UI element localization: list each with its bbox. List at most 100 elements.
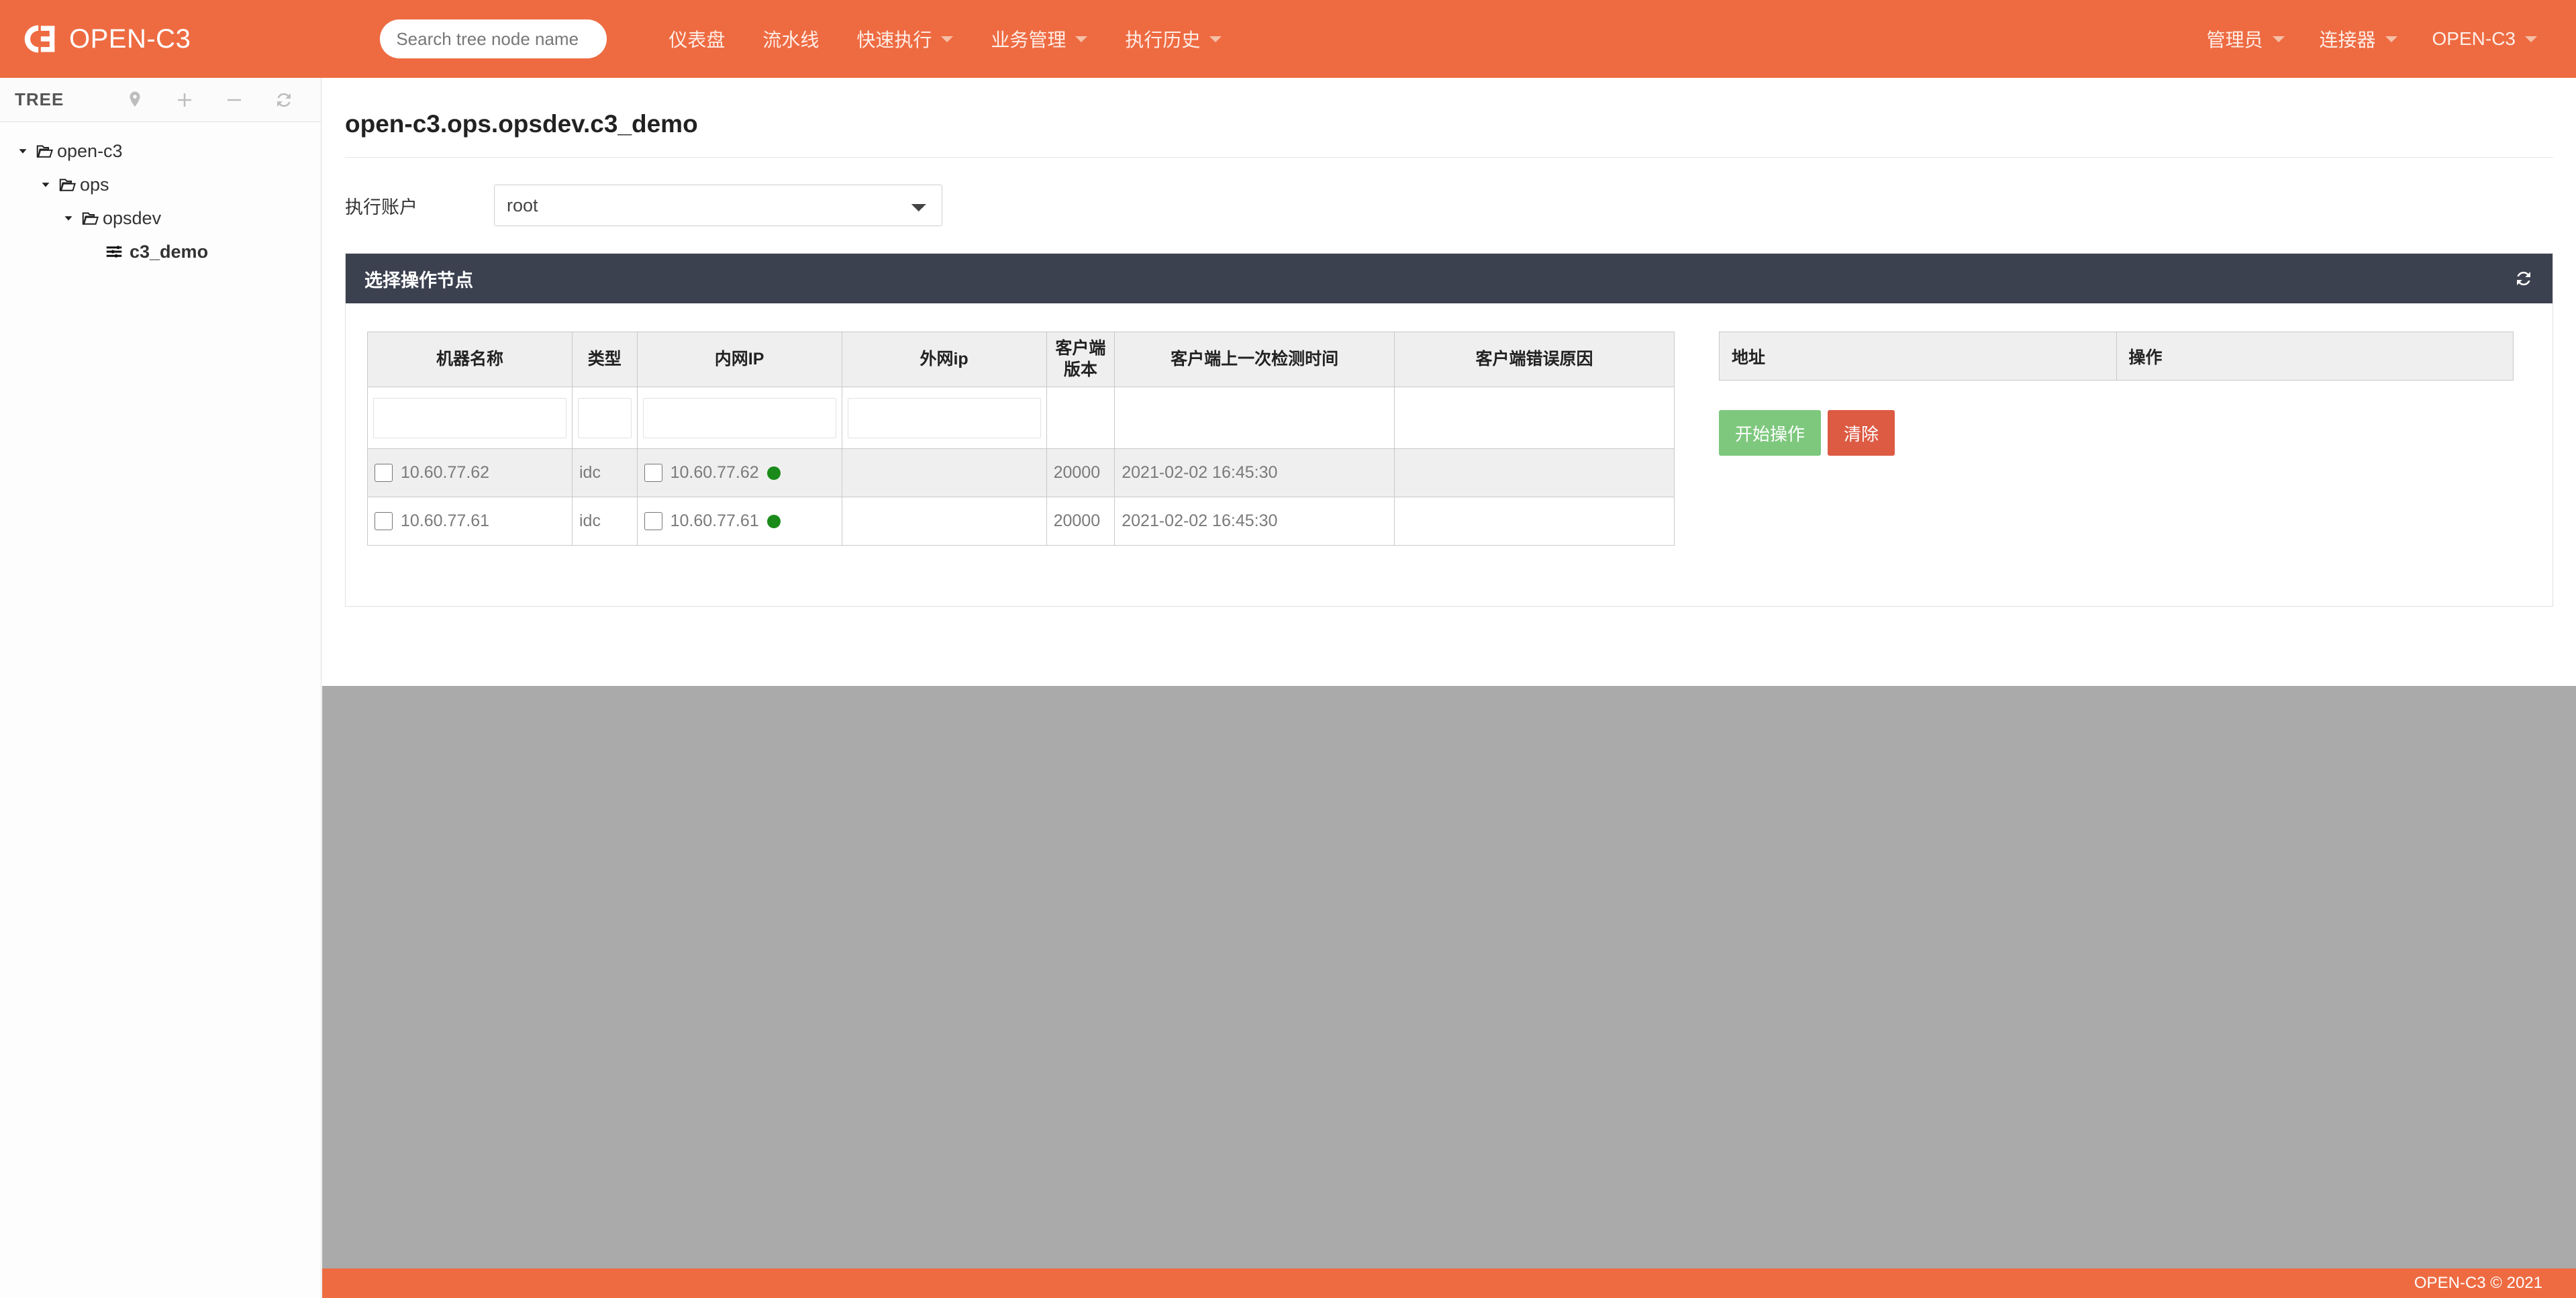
brand-name: OPEN-C3 xyxy=(69,24,191,54)
nav-item-business-mgmt[interactable]: 业务管理 xyxy=(972,0,1106,78)
cell-intranet-ip: 10.60.77.62 xyxy=(637,449,842,497)
execute-account-select[interactable]: root xyxy=(494,185,942,226)
nav-item-dashboard[interactable]: 仪表盘 xyxy=(650,0,744,78)
column-header-address: 地址 xyxy=(1720,332,2117,381)
folder-icon xyxy=(58,174,78,195)
cell-last-check-time: 2021-02-02 16:45:30 xyxy=(1115,497,1395,546)
nav-item-connector[interactable]: 连接器 xyxy=(2302,0,2415,78)
folder-icon xyxy=(35,141,55,161)
table-header-row: 地址 操作 xyxy=(1720,332,2514,381)
row-select-checkbox[interactable] xyxy=(375,464,393,482)
tree-node-ops[interactable]: ops xyxy=(0,168,321,201)
chevron-down-icon xyxy=(941,36,953,42)
column-header-client-version: 客户端版本 xyxy=(1046,332,1115,387)
status-online-indicator xyxy=(767,466,781,480)
nav-item-label: 业务管理 xyxy=(991,26,1066,52)
nav-item-quick-exec[interactable]: 快速执行 xyxy=(838,0,972,78)
search-input[interactable] xyxy=(380,19,607,58)
nav-item-admin[interactable]: 管理员 xyxy=(2189,0,2302,78)
filter-input-intranet-ip[interactable] xyxy=(643,398,836,438)
intranet-ip-checkbox[interactable] xyxy=(644,512,662,530)
cell-machine-name: 10.60.77.62 xyxy=(368,449,573,497)
clear-button[interactable]: 清除 xyxy=(1828,410,1895,456)
filter-cell-machine-name xyxy=(368,387,573,449)
cell-client-version: 20000 xyxy=(1046,497,1115,546)
footer-copyright: OPEN-C3 © 2021 xyxy=(2414,1274,2542,1293)
top-navbar: OPEN-C3 仪表盘 流水线 快速执行 业务管理 执行历史 管理员 连接器 xyxy=(0,0,2576,78)
action-buttons: 开始操作 清除 xyxy=(1719,410,2514,456)
main-content: open-c3.ops.opsdev.c3_demo 执行账户 root 选择操… xyxy=(322,78,2576,686)
filter-cell-intranet-ip xyxy=(637,387,842,449)
cell-client-version: 20000 xyxy=(1046,449,1115,497)
filter-cell-last-check-time xyxy=(1115,387,1395,449)
filter-cell-type xyxy=(573,387,638,449)
cell-type: idc xyxy=(573,449,638,497)
plus-icon[interactable] xyxy=(175,90,195,110)
sliders-icon xyxy=(104,242,124,262)
filter-cell-client-version xyxy=(1046,387,1115,449)
chevron-down-icon xyxy=(2525,36,2537,42)
start-operation-button[interactable]: 开始操作 xyxy=(1719,410,1821,456)
table-row[interactable]: 10.60.77.61 idc 10.60.77.61 xyxy=(368,497,1675,546)
intranet-ip-checkbox[interactable] xyxy=(644,464,662,482)
table-row[interactable]: 10.60.77.62 idc 10.60.77.62 xyxy=(368,449,1675,497)
select-nodes-panel: 选择操作节点 xyxy=(345,253,2553,607)
column-header-operation: 操作 xyxy=(2116,332,2514,381)
nav-item-label: 执行历史 xyxy=(1125,26,1200,52)
cell-extranet-ip xyxy=(842,497,1046,546)
refresh-icon[interactable] xyxy=(274,90,294,110)
tree-node-c3-demo[interactable]: c3_demo xyxy=(0,235,321,268)
sidebar-actions xyxy=(125,90,306,110)
chevron-down-icon xyxy=(1209,36,1222,42)
panel-body: 机器名称 类型 内网IP 外网ip 客户端版本 客户端上一次检测时间 客户端错误… xyxy=(346,303,2553,606)
tree-node-open-c3[interactable]: open-c3 xyxy=(0,134,321,168)
column-header-type: 类型 xyxy=(573,332,638,387)
search-box[interactable] xyxy=(380,19,607,58)
cell-last-check-time: 2021-02-02 16:45:30 xyxy=(1115,449,1395,497)
filter-input-machine-name[interactable] xyxy=(373,398,566,438)
status-online-indicator xyxy=(767,515,781,528)
column-header-client-error: 客户端错误原因 xyxy=(1395,332,1675,387)
cell-intranet-ip: 10.60.77.61 xyxy=(637,497,842,546)
tree-node-opsdev[interactable]: opsdev xyxy=(0,201,321,235)
minus-icon[interactable] xyxy=(224,90,244,110)
cell-client-error xyxy=(1395,497,1675,546)
execute-account-label: 执行账户 xyxy=(345,193,494,219)
nav-item-label: 连接器 xyxy=(2320,26,2376,52)
nav-menu: 仪表盘 流水线 快速执行 业务管理 执行历史 xyxy=(650,0,1240,78)
selected-nodes-table: 地址 操作 xyxy=(1719,332,2514,381)
nav-item-label: OPEN-C3 xyxy=(2432,28,2516,50)
locate-icon[interactable] xyxy=(125,90,145,110)
filter-input-type[interactable] xyxy=(578,398,632,438)
machine-name-text: 10.60.77.61 xyxy=(401,511,489,531)
column-header-intranet-ip: 内网IP xyxy=(637,332,842,387)
sidebar-title: TREE xyxy=(15,89,64,110)
filter-cell-extranet-ip xyxy=(842,387,1046,449)
chevron-down-icon[interactable] xyxy=(11,144,35,158)
tree-node-label: opsdev xyxy=(103,208,161,229)
tree-node-label: open-c3 xyxy=(57,141,123,162)
refresh-icon[interactable] xyxy=(2514,268,2534,289)
row-select-checkbox[interactable] xyxy=(375,512,393,530)
nav-item-exec-history[interactable]: 执行历史 xyxy=(1106,0,1240,78)
intranet-ip-text: 10.60.77.62 xyxy=(671,463,759,483)
column-header-extranet-ip: 外网ip xyxy=(842,332,1046,387)
cell-extranet-ip xyxy=(842,449,1046,497)
chevron-down-icon[interactable] xyxy=(34,177,58,192)
chevron-down-icon xyxy=(1075,36,1087,42)
column-header-machine-name: 机器名称 xyxy=(368,332,573,387)
nav-item-label: 快速执行 xyxy=(856,26,932,52)
chevron-down-icon xyxy=(2273,36,2285,42)
selected-nodes-container: 地址 操作 开始操作 清除 xyxy=(1675,332,2514,546)
machine-name-text: 10.60.77.62 xyxy=(401,463,489,483)
filter-input-extranet-ip[interactable] xyxy=(848,398,1041,438)
brand[interactable]: OPEN-C3 xyxy=(17,19,191,58)
tree-view: open-c3 ops opsdev xyxy=(0,122,321,268)
chevron-down-icon[interactable] xyxy=(56,211,81,226)
empty-area xyxy=(322,686,2576,1271)
footer: OPEN-C3 © 2021 xyxy=(322,1268,2576,1298)
nav-item-user-menu[interactable]: OPEN-C3 xyxy=(2415,0,2555,78)
chevron-down-icon xyxy=(2385,36,2397,42)
nav-item-pipeline[interactable]: 流水线 xyxy=(744,0,838,78)
cell-client-error xyxy=(1395,449,1675,497)
